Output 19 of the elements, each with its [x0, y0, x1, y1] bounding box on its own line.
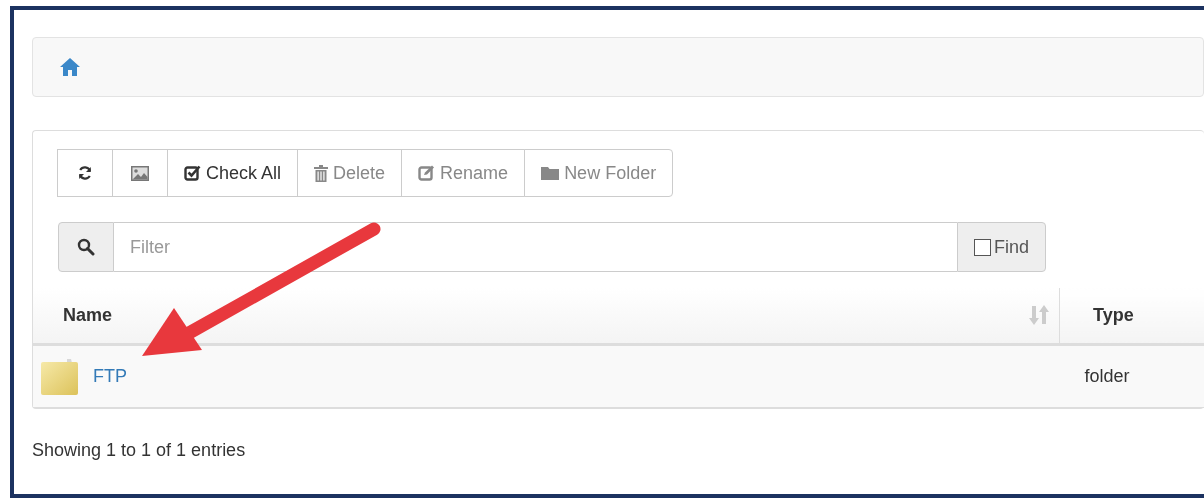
- column-header[interactable]: Name: [63, 305, 113, 325]
- find-checkbox[interactable]: Find: [957, 222, 1046, 272]
- folder-icon: [41, 358, 78, 395]
- search-icon: [77, 238, 95, 256]
- entries-summary: Showing 1 to 1 of 1 entries: [32, 440, 247, 461]
- column-header[interactable]: Type: [1093, 305, 1134, 325]
- home-icon[interactable]: [59, 57, 81, 77]
- checkbox-icon: [184, 165, 201, 181]
- image-icon: [131, 165, 149, 181]
- folder-link[interactable]: FTP: [93, 366, 127, 387]
- type-cell: folder: [1059, 344, 1204, 408]
- refresh-button[interactable]: [57, 149, 113, 197]
- filter-field[interactable]: Filter: [114, 222, 957, 272]
- trash-icon: [314, 164, 329, 182]
- edit-icon: [418, 165, 436, 181]
- image-button[interactable]: [112, 149, 168, 197]
- refresh-icon: [77, 165, 93, 181]
- check-button[interactable]: Check All: [167, 149, 299, 197]
- folder-icon: [541, 166, 560, 180]
